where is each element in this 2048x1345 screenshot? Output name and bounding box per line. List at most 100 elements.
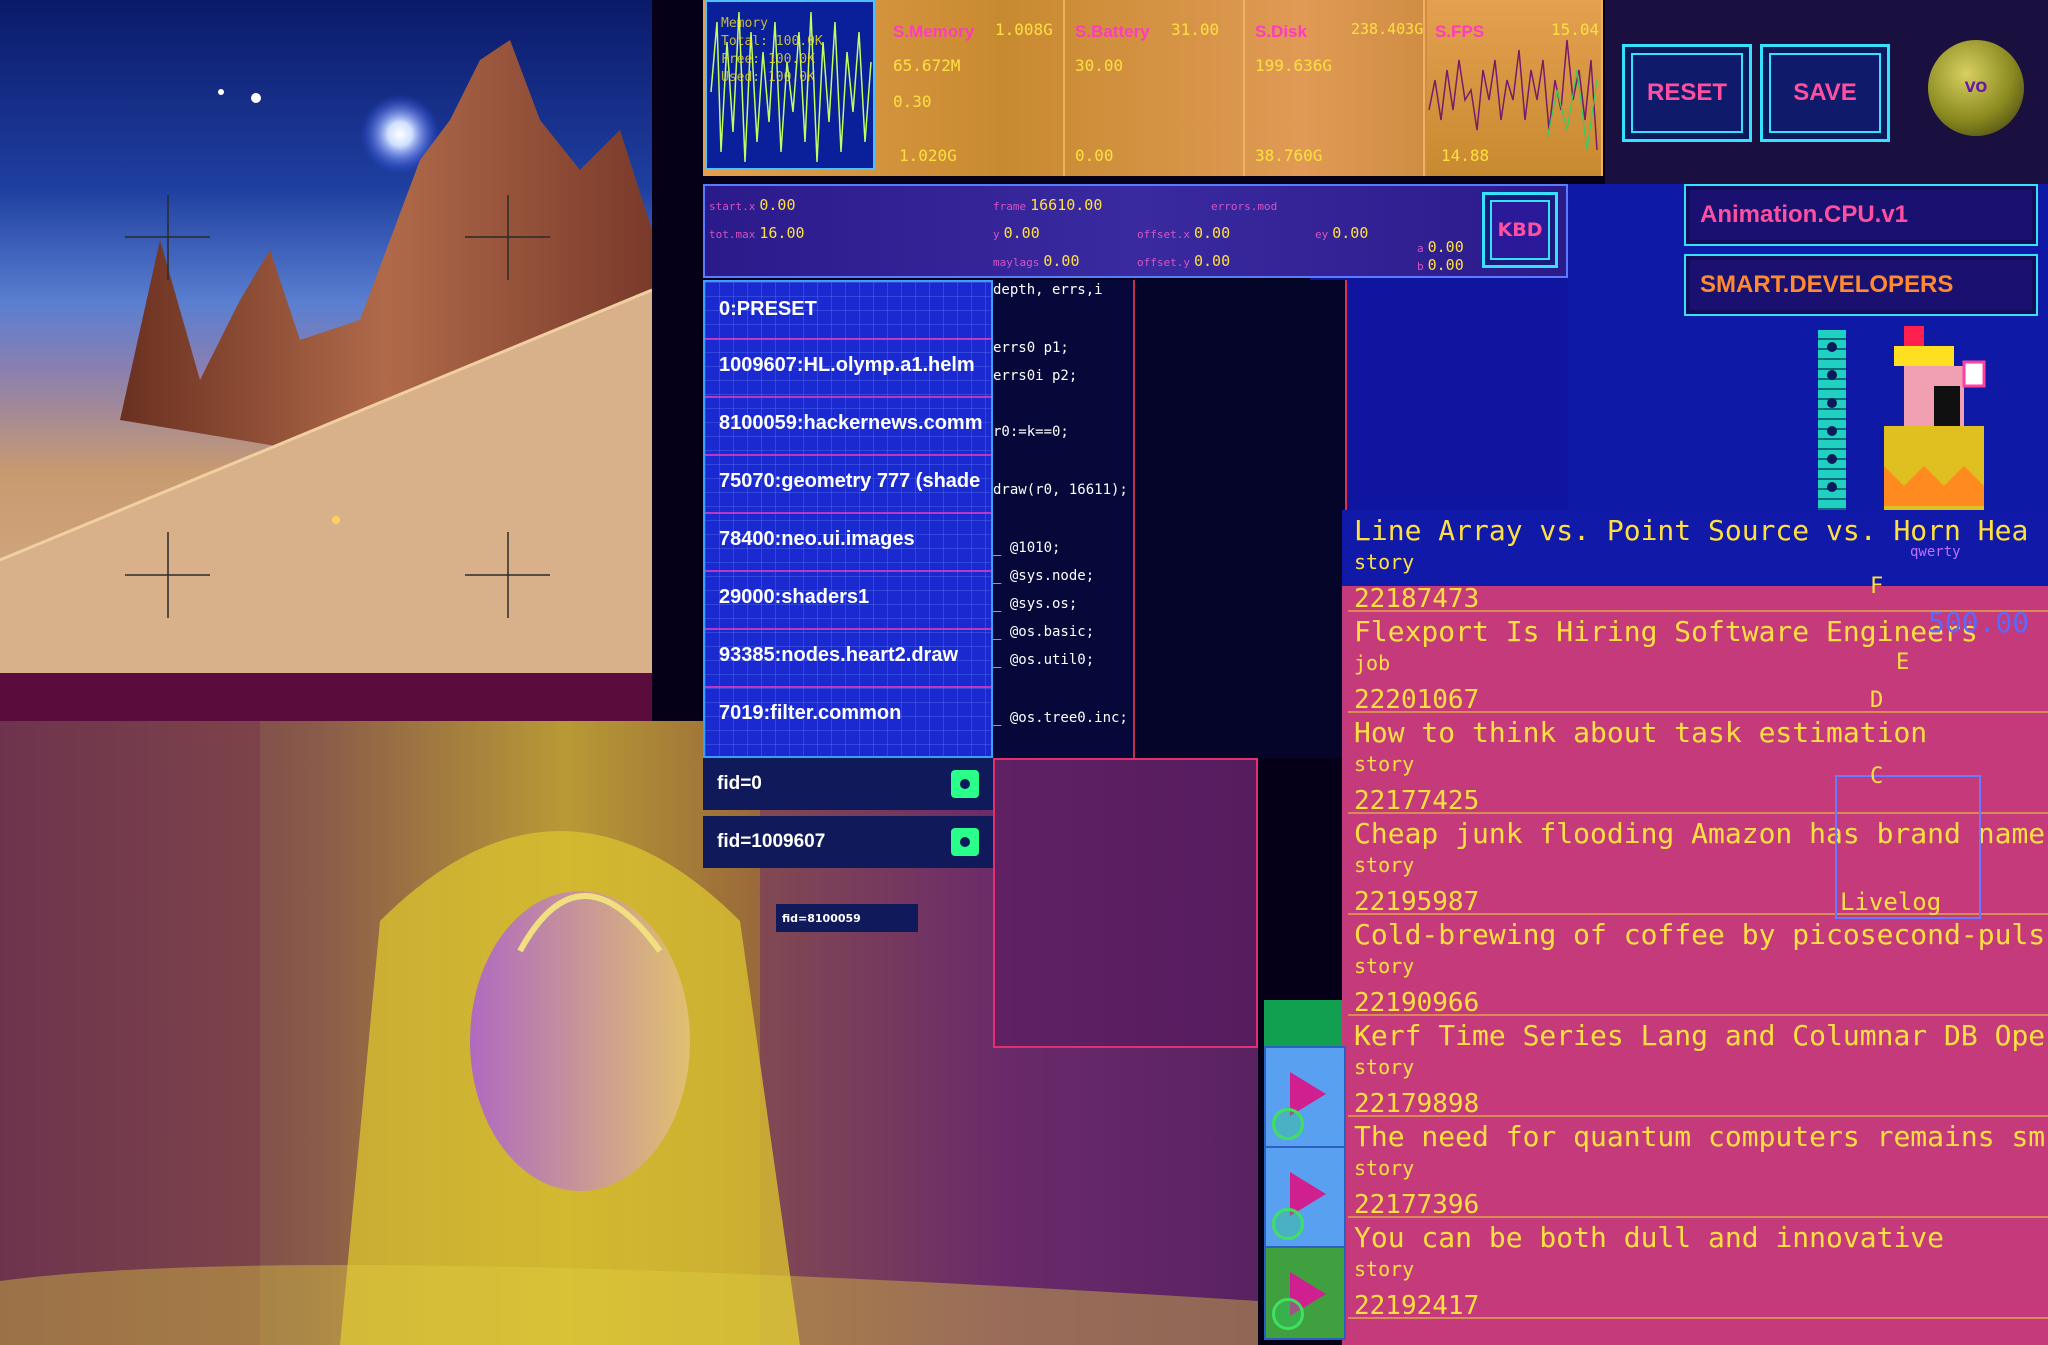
code-line: _ @os.basic; bbox=[993, 624, 1095, 640]
stat-memory-v3: 1.020G bbox=[899, 146, 957, 165]
stat-fps-v3: 14.88 bbox=[1441, 146, 1490, 165]
key-c[interactable]: C bbox=[1870, 764, 1883, 789]
list-item[interactable]: You can be both dull and innovative stor… bbox=[1348, 1221, 2048, 1322]
story-type: story bbox=[1354, 1156, 1415, 1180]
fid-small-label: fid=8100059 bbox=[782, 911, 861, 925]
play-button[interactable] bbox=[1264, 1046, 1346, 1150]
stat-memory-v1: 65.672M bbox=[893, 56, 961, 75]
control-start-x[interactable]: start.x 0.00 bbox=[709, 196, 795, 214]
stat-memory: S.Memory 1.008G 65.672M 0.30 1.020G bbox=[885, 0, 1065, 176]
fid-label: fid=1009607 bbox=[717, 831, 826, 852]
preset-item[interactable]: 0:PRESET bbox=[719, 298, 817, 321]
stat-disk-top: 238.403G bbox=[1351, 20, 1424, 38]
preset-item[interactable]: 29000:shaders1 bbox=[719, 586, 869, 609]
code-line: errs0 p1; bbox=[993, 340, 1069, 356]
canvas-area bbox=[1310, 278, 1568, 510]
fid-item[interactable]: fid=1009607 bbox=[703, 816, 993, 868]
stat-battery-v1: 30.00 bbox=[1075, 56, 1124, 75]
story-type: story bbox=[1354, 954, 1415, 978]
stat-fps-top: 15.04 bbox=[1551, 20, 1600, 39]
node-panel bbox=[993, 758, 1258, 1048]
stat-battery-label: S.Battery bbox=[1075, 22, 1150, 41]
parameter-controls: start.x 0.00 frame 16610.00 errors.mod tot… bbox=[703, 184, 1568, 278]
memory-label: Memory bbox=[721, 16, 768, 31]
preset-item[interactable]: 93385:nodes.heart2.draw bbox=[719, 644, 958, 667]
preset-item[interactable]: 1009607:HL.olymp.a1.helm bbox=[719, 354, 975, 377]
status-dot-icon bbox=[1272, 1208, 1304, 1240]
status-dot-icon[interactable] bbox=[951, 828, 979, 856]
play-header bbox=[1264, 1000, 1342, 1046]
animation-tag[interactable]: Animation.CPU.v1 bbox=[1684, 184, 2038, 246]
preset-item[interactable]: 7019:filter.common bbox=[719, 702, 901, 725]
story-type: story bbox=[1354, 853, 1415, 877]
play-button[interactable] bbox=[1264, 1146, 1346, 1250]
stat-battery-top: 31.00 bbox=[1171, 20, 1220, 39]
code-editor[interactable]: depth, errs,i errs0 p1; errs0i p2; r0:=k… bbox=[993, 280, 1135, 758]
stat-memory-label: S.Memory bbox=[893, 22, 975, 41]
control-offset-y[interactable]: offset.y 0.00 bbox=[1137, 252, 1230, 270]
control-offset-x[interactable]: offset.x 0.00 bbox=[1137, 224, 1230, 242]
stat-memory-v2: 0.30 bbox=[893, 92, 932, 111]
story-title: How to think about task estimation bbox=[1354, 716, 1928, 749]
story-title: Line Array vs. Point Source vs. Horn Hea bbox=[1354, 514, 2029, 547]
code-line: r0:=k==0; bbox=[993, 424, 1069, 440]
list-item[interactable]: The need for quantum computers remains s… bbox=[1348, 1120, 2048, 1221]
stat-disk-label: S.Disk bbox=[1255, 22, 1307, 41]
control-ey[interactable]: ey 0.00 bbox=[1315, 224, 1368, 242]
preset-list: 0:PRESET 1009607:HL.olymp.a1.helm 810005… bbox=[703, 280, 993, 758]
stat-fps-label: S.FPS bbox=[1435, 22, 1485, 41]
status-dot-icon[interactable] bbox=[951, 770, 979, 798]
reset-button[interactable]: RESET bbox=[1622, 44, 1752, 142]
key-e[interactable]: E bbox=[1896, 650, 1909, 675]
key-f[interactable]: F bbox=[1870, 574, 1883, 599]
stat-memory-top: 1.008G bbox=[995, 20, 1053, 39]
list-item[interactable]: Line Array vs. Point Source vs. Horn Hea… bbox=[1348, 514, 2048, 615]
control-a[interactable]: a 0.00 bbox=[1417, 238, 1464, 256]
fid-small-item[interactable]: fid=8100059 bbox=[776, 904, 918, 932]
fid-item[interactable]: fid=0 bbox=[703, 758, 993, 810]
code-line: _ @sys.os; bbox=[993, 596, 1078, 612]
code-line: _ @1010; bbox=[993, 540, 1061, 556]
code-line: errs0i p2; bbox=[993, 368, 1078, 384]
memory-graph: Memory Total: 100.0K Free: 100.0K Used: … bbox=[705, 0, 875, 170]
play-button[interactable] bbox=[1264, 1246, 1346, 1340]
status-dot-icon bbox=[1272, 1108, 1304, 1140]
livelog-label: Livelog bbox=[1840, 888, 1942, 916]
globe-icon[interactable]: VO bbox=[1928, 40, 2024, 136]
code-line: draw(r0, 16611); bbox=[993, 482, 1128, 498]
control-maylags[interactable]: maylags 0.00 bbox=[993, 252, 1079, 270]
code-line: depth, errs,i bbox=[993, 282, 1103, 298]
story-title: Flexport Is Hiring Software Engineers bbox=[1354, 615, 1978, 648]
preset-item[interactable]: 75070:geometry 777 (shade bbox=[719, 470, 980, 493]
graph-area bbox=[1135, 280, 1347, 758]
memory-used: Used: 100.0K bbox=[721, 70, 815, 85]
stat-battery-v3: 0.00 bbox=[1075, 146, 1114, 165]
desert-scene-image bbox=[0, 0, 652, 673]
control-frame[interactable]: frame 16610.00 bbox=[993, 196, 1102, 214]
memory-free: Free: 100.0K bbox=[721, 52, 815, 67]
memory-total: Total: 100.0K bbox=[721, 34, 823, 49]
globe-label: VO bbox=[1964, 80, 1988, 96]
control-errors-mod[interactable]: errors.mod bbox=[1211, 196, 1281, 214]
keyboard-button[interactable]: KBD bbox=[1482, 192, 1558, 268]
preset-item[interactable]: 8100059:hackernews.comm bbox=[719, 412, 983, 435]
list-item[interactable]: Kerf Time Series Lang and Columnar DB Op… bbox=[1348, 1019, 2048, 1120]
list-item[interactable]: Cold-brewing of coffee by picosecond-pul… bbox=[1348, 918, 2048, 1019]
save-button[interactable]: SAVE bbox=[1760, 44, 1890, 142]
story-title: Cold-brewing of coffee by picosecond-pul… bbox=[1354, 918, 2046, 951]
story-title: You can be both dull and innovative bbox=[1354, 1221, 1945, 1254]
control-b[interactable]: b 0.00 bbox=[1417, 256, 1464, 274]
story-type: story bbox=[1354, 1055, 1415, 1079]
story-type: story bbox=[1354, 752, 1415, 776]
control-y[interactable]: y 0.00 bbox=[993, 224, 1040, 242]
key-d[interactable]: D bbox=[1870, 688, 1883, 713]
status-dot-icon bbox=[1272, 1298, 1304, 1330]
story-type: story bbox=[1354, 550, 1415, 574]
stat-disk-v1: 199.636G bbox=[1255, 56, 1333, 75]
stat-disk: S.Disk 238.403G 199.636G 38.760G bbox=[1247, 0, 1425, 176]
preset-item[interactable]: 78400:neo.ui.images bbox=[719, 528, 915, 551]
stat-fps: S.FPS 15.04 14.88 bbox=[1427, 0, 1603, 176]
code-line: _ @os.util0; bbox=[993, 652, 1095, 668]
control-tot-max[interactable]: tot.max 16.00 bbox=[709, 224, 805, 242]
developers-tag[interactable]: SMART.DEVELOPERS bbox=[1684, 254, 2038, 316]
